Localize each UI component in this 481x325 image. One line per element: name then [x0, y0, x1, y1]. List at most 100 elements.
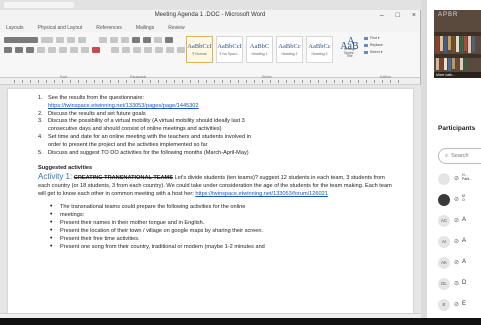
- tab-references[interactable]: References: [96, 25, 122, 31]
- font-name-box[interactable]: [4, 37, 38, 43]
- list-text: Discuss the possibility of a virtual mob…: [48, 118, 245, 125]
- document-page[interactable]: 1. See the results from the questionnaire…: [8, 89, 413, 313]
- suggested-activities-heading: Suggested activities: [38, 165, 93, 172]
- grow-font-icon[interactable]: [56, 37, 64, 43]
- editing-list: Find ▾ Replace Select ▾: [364, 36, 383, 54]
- list-text: Discuss the results and set future goals: [48, 110, 146, 117]
- sort-icon[interactable]: [154, 37, 162, 43]
- screen: Meeting Agenda 1 .DOC - Microsoft Word –…: [0, 0, 481, 325]
- align-left-icon[interactable]: [111, 47, 119, 53]
- strikethrough-icon[interactable]: [37, 47, 45, 53]
- participant-name: E: [462, 301, 467, 307]
- font-size-box[interactable]: [41, 37, 53, 43]
- font-controls-row-1: [4, 37, 173, 43]
- style-heading-1[interactable]: AaBbC Heading 1: [246, 36, 273, 63]
- superscript-icon[interactable]: [59, 47, 67, 53]
- editing-group: A Change Styles Find ▾ Replace Select ▾: [344, 36, 383, 56]
- mic-muted-icon: ⊘: [454, 197, 460, 203]
- participant-row[interactable]: E ⊘ E: [438, 298, 481, 319]
- text-effects-icon[interactable]: [70, 47, 78, 53]
- select-button[interactable]: Select ▾: [364, 50, 383, 54]
- participant-name: D: [462, 280, 467, 286]
- close-button[interactable]: ×: [412, 12, 416, 19]
- shrink-font-icon[interactable]: [67, 37, 75, 43]
- subscript-icon[interactable]: [48, 47, 56, 53]
- italic-icon[interactable]: [15, 47, 23, 53]
- tab-layouts[interactable]: Layouts: [6, 25, 24, 31]
- list-item: The transnational teams could prepare th…: [50, 203, 393, 211]
- participant-name: M O: [462, 194, 465, 202]
- mic-muted-icon: ⊘: [454, 218, 460, 224]
- activity-bullets: The transnational teams could prepare th…: [38, 203, 393, 251]
- font-color-icon[interactable]: [92, 47, 100, 53]
- style-no-spacing[interactable]: AaBbCcI ¶ No Spaci...: [216, 36, 243, 63]
- underline-icon[interactable]: [26, 47, 34, 53]
- ruler-ticks: [14, 80, 406, 83]
- title-bar: Meeting Agenda 1 .DOC - Microsoft Word –…: [0, 10, 420, 24]
- bold-icon[interactable]: [4, 47, 12, 53]
- list-text: See the results from the questionnaire:: [48, 95, 145, 101]
- line-spacing-icon[interactable]: [155, 47, 163, 53]
- decrease-indent-icon[interactable]: [132, 37, 140, 43]
- tab-review[interactable]: Review: [168, 25, 184, 31]
- maximize-button[interactable]: □: [396, 12, 400, 19]
- participant-row[interactable]: AI ⊘ A: [438, 235, 481, 256]
- avatar: [438, 173, 450, 185]
- style-normal[interactable]: AaBbCcI ¶ Normal: [186, 36, 213, 63]
- increase-indent-icon[interactable]: [143, 37, 151, 43]
- style-heading-3[interactable]: AaBbCc Heading 3: [306, 36, 333, 63]
- list-item: 2. Discuss the results and set future goa…: [38, 111, 393, 119]
- questionnaire-link[interactable]: https://twinspace.etwinning.net/133053/p…: [48, 103, 199, 109]
- mic-muted-icon: ⊘: [454, 281, 460, 287]
- change-styles-button[interactable]: A Change Styles: [344, 36, 358, 56]
- show-marks-icon[interactable]: [165, 37, 173, 43]
- replace-button[interactable]: Replace: [364, 43, 383, 47]
- list-text: Set time and date for an online meeting …: [48, 133, 252, 140]
- tab-page-layout[interactable]: Physical and Layout: [38, 25, 83, 31]
- participant-search-input[interactable]: ⌕ Search: [438, 148, 481, 164]
- video-tile[interactable]: APBR Mixer bath...: [434, 10, 481, 78]
- clear-format-icon[interactable]: [78, 37, 86, 43]
- participant-row[interactable]: ⊘ H... Parti...: [438, 172, 481, 193]
- style-name: ¶ No Spaci...: [219, 52, 240, 56]
- style-heading-2[interactable]: AaBbCc Heading 2: [276, 36, 303, 63]
- numbering-icon[interactable]: [110, 37, 118, 43]
- participant-row[interactable]: DL ⊘ D: [438, 277, 481, 298]
- participant-row[interactable]: ⊘ M O: [438, 193, 481, 214]
- avatar: [438, 194, 450, 206]
- document-area[interactable]: 1. See the results from the questionnaire…: [0, 85, 421, 313]
- list-item: 4. Set time and date for an online meetin…: [38, 134, 393, 142]
- justify-icon[interactable]: [144, 47, 152, 53]
- activity-strike-title: CREATING TRANSNATIONAL TEAMS: [73, 175, 173, 182]
- participants-heading: Participants: [438, 125, 476, 132]
- bullets-icon[interactable]: [99, 37, 107, 43]
- forum-link[interactable]: https://twinspace.etwinning.net/133053/f…: [195, 191, 327, 197]
- minimize-button[interactable]: –: [380, 12, 384, 19]
- avatar: E: [438, 299, 450, 311]
- list-number: 3.: [38, 118, 43, 125]
- list-number: 4.: [38, 133, 43, 140]
- search-icon: ⌕: [445, 153, 449, 159]
- change-styles-label: Change Styles: [344, 47, 357, 55]
- mic-muted-icon: ⊘: [454, 260, 460, 266]
- styles-gallery: AaBbCcI ¶ Normal AaBbCcI ¶ No Spaci... A…: [186, 36, 363, 63]
- participant-row[interactable]: AC ⊘ A: [438, 214, 481, 235]
- activity-paragraph: Activity 1: CREATING TRANSNATIONAL TEAMS…: [38, 173, 393, 198]
- find-button[interactable]: Find ▾: [364, 36, 383, 40]
- agenda-list: 1. See the results from the questionnaire…: [38, 95, 393, 157]
- participant-row[interactable]: AK ⊘ A: [438, 256, 481, 277]
- style-sample: AaBbCcI: [217, 43, 242, 50]
- horizontal-ruler[interactable]: [0, 78, 420, 85]
- list-item: Present their names in their mother tong…: [50, 219, 393, 227]
- highlight-icon[interactable]: [81, 47, 89, 53]
- list-item: Present their free time activities.: [50, 235, 393, 243]
- participant-name: A: [462, 259, 467, 265]
- align-center-icon[interactable]: [122, 47, 130, 53]
- tab-mailings[interactable]: Mailings: [136, 25, 154, 31]
- shading-icon[interactable]: [166, 47, 174, 53]
- browser-tab[interactable]: [4, 2, 74, 8]
- align-right-icon[interactable]: [133, 47, 141, 53]
- multilevel-list-icon[interactable]: [121, 37, 129, 43]
- borders-icon[interactable]: [177, 47, 185, 53]
- participant-list: ⊘ H... Parti... ⊘ M O AC ⊘ A AI ⊘ A AK ⊘: [438, 172, 481, 319]
